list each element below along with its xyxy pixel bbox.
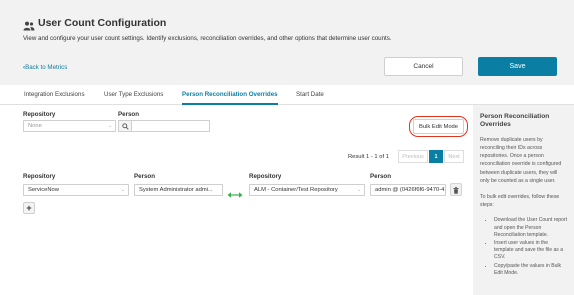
repository-filter-label: Repository xyxy=(23,111,56,118)
override-repository2-select[interactable]: ALM - Container/Test Repository ⌄ xyxy=(249,184,365,196)
pagination-page[interactable]: 1 xyxy=(429,150,443,163)
help-side-panel: Person Reconciliation Overrides Remove d… xyxy=(473,105,574,295)
override-person-value: System Administrator admi... xyxy=(139,187,213,193)
tab-start-date[interactable]: Start Date xyxy=(296,85,324,105)
override-person-input[interactable]: System Administrator admi... xyxy=(134,184,223,196)
side-panel-title: Person Reconciliation Overrides xyxy=(480,113,550,129)
repository-filter-value: None xyxy=(28,123,42,129)
cancel-button[interactable]: Cancel xyxy=(384,57,463,76)
override-person2-value: admin @ (0426f6f6-9470-4... xyxy=(375,187,445,193)
pagination-next[interactable]: Next xyxy=(444,150,464,163)
back-link-label: Back to Metrics xyxy=(25,64,68,71)
override-repository-select[interactable]: ServiceNow ⌄ xyxy=(23,184,129,196)
page-header: User Count Configuration View and config… xyxy=(0,0,574,85)
override-person2-input[interactable]: admin @ (0426f6f6-9470-4... xyxy=(370,184,446,196)
delete-override-button[interactable] xyxy=(450,183,462,196)
repository-filter-select[interactable]: None ⌄ xyxy=(23,120,116,132)
side-panel-steps: Download the User Count report and open … xyxy=(480,217,568,277)
override-person-header: Person xyxy=(134,173,155,180)
list-item: Copy/paste the values in Bulk Edit Mode. xyxy=(494,263,568,277)
bulk-edit-mode-button[interactable]: Bulk Edit Mode xyxy=(413,119,464,134)
chevron-down-icon: ⌄ xyxy=(120,187,125,193)
save-button[interactable]: Save xyxy=(478,57,557,76)
double-arrow-icon xyxy=(227,186,243,198)
person-search-input[interactable] xyxy=(132,120,210,132)
tab-user-type-exclusions[interactable]: User Type Exclusions xyxy=(104,85,163,105)
override-repository2-value: ALM - Container/Test Repository xyxy=(254,187,338,193)
title-row: User Count Configuration xyxy=(23,17,167,31)
side-panel-instructions: To bulk edit overrides, follow these ste… xyxy=(480,194,560,209)
chevron-down-icon: ⌄ xyxy=(107,123,112,129)
result-count: Result 1 - 1 of 1 xyxy=(348,154,389,160)
person-filter-label: Person xyxy=(118,111,139,118)
override-person2-header: Person xyxy=(370,173,391,180)
pagination-previous[interactable]: Previous xyxy=(398,150,428,163)
search-icon xyxy=(118,120,132,132)
tab-bar: Integration Exclusions User Type Exclusi… xyxy=(0,85,574,105)
list-item: Insert user values in the template and s… xyxy=(494,240,568,262)
back-to-metrics-link[interactable]: ‹Back to Metrics xyxy=(23,64,67,71)
tab-integration-exclusions[interactable]: Integration Exclusions xyxy=(24,85,85,105)
override-repository2-header: Repository xyxy=(249,173,282,180)
override-repository-header: Repository xyxy=(23,173,56,180)
users-icon xyxy=(23,18,35,31)
tab-person-reconciliation-overrides[interactable]: Person Reconciliation Overrides xyxy=(182,85,278,105)
side-panel-description: Remove duplicate users by reconciling th… xyxy=(480,136,562,184)
override-repository-value: ServiceNow xyxy=(28,187,59,193)
page-title: User Count Configuration xyxy=(38,17,167,29)
add-override-button[interactable]: + xyxy=(23,202,35,214)
chevron-down-icon: ⌄ xyxy=(356,187,361,193)
trash-icon xyxy=(453,181,459,199)
list-item: Download the User Count report and open … xyxy=(494,217,568,239)
page-subtitle: View and configure your user count setti… xyxy=(23,35,392,42)
